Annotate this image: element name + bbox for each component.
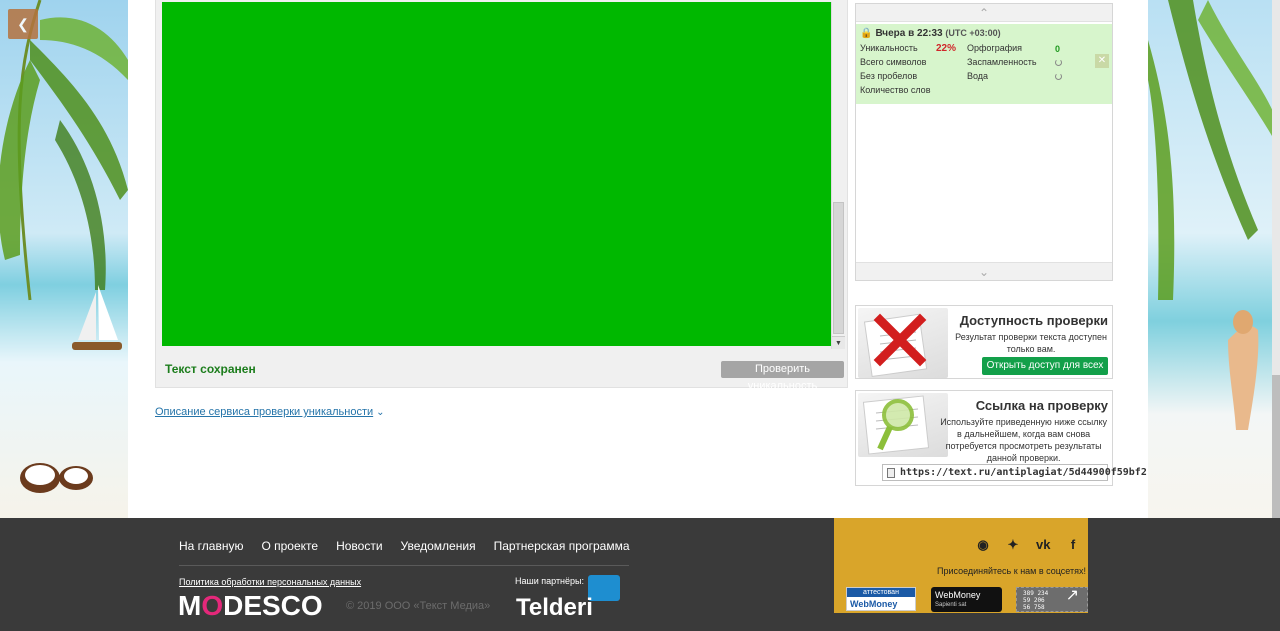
restricted-access-illustration	[858, 308, 948, 378]
webmoney-attested-badge[interactable]: аттестован WebMoney	[846, 587, 916, 611]
editor-scrollbar-thumb[interactable]	[833, 202, 844, 334]
footer-nav: На главную О проекте Новости Уведомления…	[179, 539, 630, 553]
document-icon	[887, 468, 895, 478]
no-spaces-label: Без пробелов	[860, 71, 918, 81]
scroll-down-arrow-icon[interactable]: ▼	[832, 336, 845, 349]
chevron-down-icon: ⌄	[376, 407, 385, 418]
loading-spinner-icon	[1055, 73, 1062, 80]
open-access-button[interactable]: Открыть доступ для всех	[982, 357, 1108, 375]
close-icon[interactable]: ✕	[1095, 54, 1109, 68]
visit-counter[interactable]: 389 234 59 206 56 758 ↗	[1016, 587, 1088, 612]
water-label: Вода	[967, 71, 989, 81]
twitter-icon[interactable]: ✦	[1006, 537, 1020, 553]
social-join-text: Присоединяйтесь к нам в соцсетях!	[936, 566, 1086, 576]
spam-label: Заспамленность	[967, 57, 1037, 67]
check-url-field[interactable]: https://text.ru/antiplagiat/5d44900f59bf…	[882, 464, 1147, 481]
text-editor[interactable]	[162, 2, 831, 346]
check-link-card: Ссылка на проверку Используйте приведенн…	[855, 390, 1147, 486]
access-card-title: Доступность проверки	[959, 313, 1108, 328]
page-scrollbar[interactable]	[1272, 0, 1280, 518]
footer-divider	[179, 565, 629, 566]
footer-link-about[interactable]: О проекте	[261, 539, 318, 553]
page-scrollbar-thumb[interactable]	[1272, 375, 1280, 518]
webmoney-badge[interactable]: WebMoney Sapienti sat	[931, 587, 1002, 612]
modesco-logo[interactable]: MODESCO	[178, 590, 323, 622]
spelling-value: 0	[1055, 44, 1061, 54]
words-label: Количество слов	[860, 85, 931, 95]
loading-spinner-icon	[1055, 59, 1062, 66]
uniqueness-value: 22%	[936, 43, 957, 54]
access-card-description: Результат проверки текста доступен тольк…	[955, 332, 1107, 354]
back-arrow-icon[interactable]: ❮	[8, 9, 38, 39]
check-history-panel: ⌃ 🔒 Вчера в 22:33 (UTC +03:00) Уникальнос…	[855, 3, 1113, 281]
check-uniqueness-button[interactable]: Проверить уникальность	[721, 361, 844, 392]
partners-label: Наши партнёры:	[515, 576, 585, 586]
footer-link-partner-program[interactable]: Партнерская программа	[494, 539, 630, 553]
facebook-icon[interactable]: f	[1066, 537, 1080, 553]
footer-link-notifications[interactable]: Уведомления	[401, 539, 476, 553]
history-item[interactable]: 🔒 Вчера в 22:33 (UTC +03:00) Уникальность…	[856, 24, 1112, 104]
footer-link-home[interactable]: На главную	[179, 539, 243, 553]
editor-scrollbar[interactable]: ▼	[831, 2, 845, 349]
beach-background-left: ❮	[0, 0, 128, 518]
palm-tree-image	[1148, 0, 1280, 430]
uniqueness-label: Уникальность	[860, 43, 918, 53]
history-date: 🔒 Вчера в 22:33 (UTC +03:00)	[860, 28, 1001, 39]
telderi-logo[interactable]: Telderi	[516, 594, 593, 622]
external-link-arrow-icon: ↗	[1065, 585, 1079, 604]
social-box: ◉ ✦ vk f Присоединяйтесь к нам в соцсетя…	[834, 518, 1088, 613]
total-chars-label: Всего символов	[860, 57, 927, 67]
spelling-label: Орфография	[967, 43, 1023, 53]
footer: На главную О проекте Новости Уведомления…	[0, 518, 1280, 631]
service-description-link[interactable]: Описание сервиса проверки уникальности ⌄	[155, 406, 385, 418]
vk-icon[interactable]: vk	[1036, 537, 1050, 553]
access-card: Доступность проверки Результат проверки …	[855, 305, 1113, 379]
service-description-label: Описание сервиса проверки уникальности	[155, 406, 374, 418]
chevron-up-icon[interactable]: ⌃	[856, 4, 1112, 22]
check-link-title: Ссылка на проверку	[975, 398, 1108, 413]
social-icons: ◉ ✦ vk f	[976, 537, 1080, 553]
copyright: © 2019 ООО «Текст Медиа»	[346, 600, 491, 612]
check-link-description: Используйте приведенную ниже ссылку в да…	[940, 417, 1107, 463]
main-content: ▼ Текст сохранен Проверить уникальность …	[128, 0, 1148, 518]
footer-link-news[interactable]: Новости	[336, 539, 382, 553]
privacy-policy-link[interactable]: Политика обработки персональных данных	[179, 577, 361, 587]
lock-icon: 🔒	[860, 28, 873, 39]
beach-background-right	[1148, 0, 1280, 518]
palm-tree-image	[0, 0, 128, 493]
chevron-down-icon[interactable]: ⌄	[856, 262, 1112, 280]
text-editor-panel: ▼ Текст сохранен Проверить уникальность	[155, 0, 848, 392]
save-status: Текст сохранен	[165, 362, 256, 376]
magnifier-illustration	[858, 393, 948, 457]
instagram-icon[interactable]: ◉	[976, 537, 990, 553]
